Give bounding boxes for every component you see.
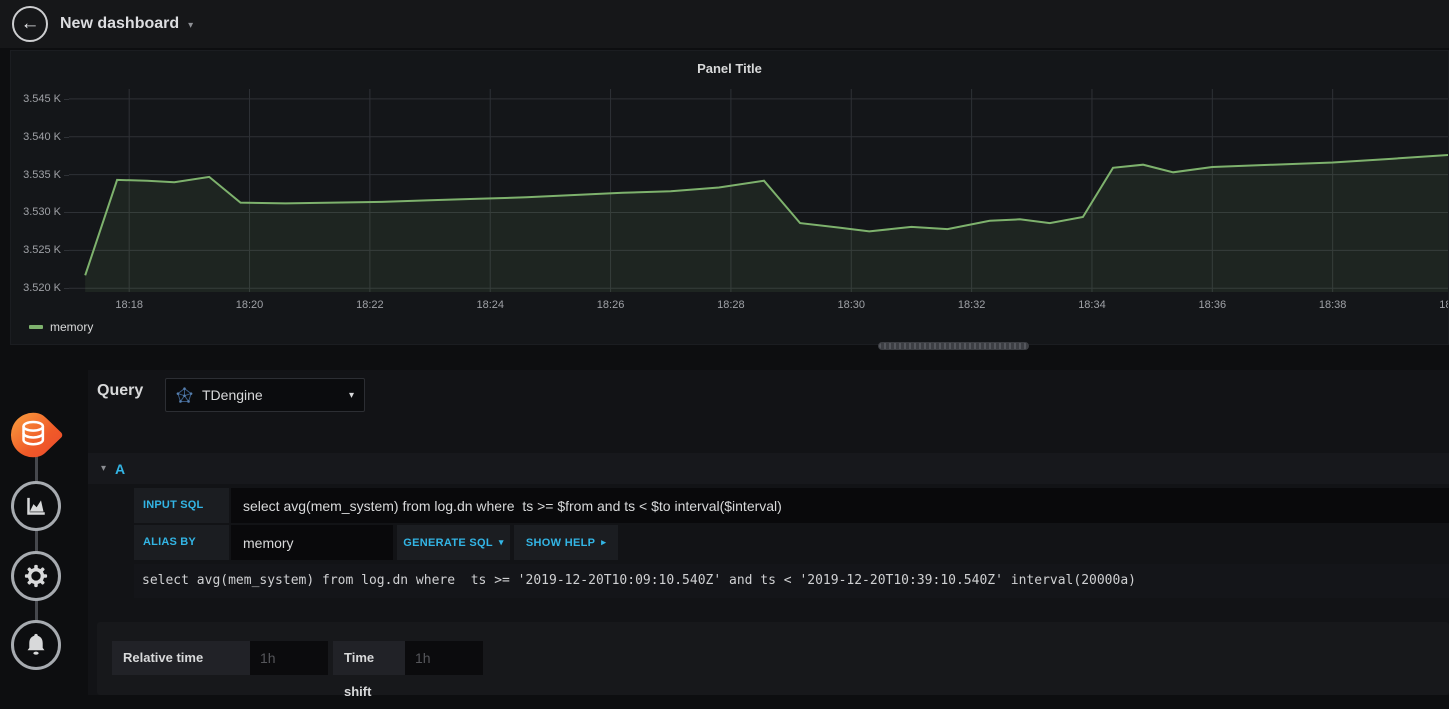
tab-alert[interactable] [11, 620, 61, 670]
chevron-down-icon: ▾ [348, 389, 354, 401]
legend-series-label[interactable]: memory [50, 320, 93, 334]
tab-visualization[interactable] [11, 481, 61, 531]
x-tick-label: 18:30 [837, 299, 866, 311]
y-tick-label: 3.520 K [23, 282, 61, 295]
y-tick-mark [64, 136, 69, 138]
time-series-chart [69, 89, 1448, 292]
show-help-label: SHOW HELP [525, 536, 596, 549]
time-shift-input[interactable] [405, 641, 483, 675]
input-sql-label: INPUT SQL [134, 488, 229, 523]
x-tick-label: 18:36 [1198, 299, 1227, 311]
dashboard-title: New dashboard [60, 15, 180, 32]
database-icon [10, 412, 63, 458]
y-tick-label: 3.540 K [23, 130, 61, 143]
query-section-title: Query [97, 382, 144, 399]
sidebar-connector-line [35, 437, 38, 645]
dashboard-title-dropdown[interactable]: New dashboard ▾ [60, 0, 193, 48]
x-tick-label: 18:32 [957, 299, 986, 311]
x-tick-label: 18:38 [1318, 299, 1347, 311]
y-tick-label: 3.525 K [23, 244, 61, 257]
y-tick-label: 3.545 K [23, 92, 61, 105]
y-tick-mark [64, 212, 69, 214]
x-tick-label: 18:40 [1439, 299, 1448, 311]
show-help-button[interactable]: SHOW HELP ▸ [514, 525, 618, 560]
tab-general-settings[interactable] [11, 551, 61, 601]
y-tick-mark [64, 288, 69, 290]
y-tick-mark [64, 174, 69, 176]
chevron-down-icon: ▾ [188, 20, 194, 31]
graph-icon [27, 497, 45, 515]
x-tick-label: 18:18 [115, 299, 143, 311]
input-sql-field[interactable] [231, 488, 1449, 523]
chevron-right-icon: ▸ [601, 537, 607, 547]
relative-time-input[interactable] [250, 641, 328, 675]
alias-by-field[interactable] [231, 525, 393, 560]
generate-sql-button[interactable]: GENERATE SQL ▾ [397, 525, 510, 560]
x-tick-label: 18:22 [356, 299, 384, 311]
panel-title[interactable]: Panel Title [11, 61, 1448, 76]
x-tick-label: 18:34 [1078, 299, 1106, 311]
datasource-name: TDengine [202, 387, 263, 403]
alias-by-label: ALIAS BY [134, 525, 229, 560]
y-tick-mark [64, 98, 69, 100]
query-ref-id: A [115, 460, 126, 477]
bell-icon [27, 633, 45, 655]
tab-queries[interactable] [9, 409, 69, 463]
time-shift-label: Time shift [333, 641, 405, 699]
dashboard-panel: Panel Title 3.520 K 3.525 K 3.530 K 3.535 K… [10, 50, 1449, 345]
x-tick-label: 18:20 [235, 299, 264, 311]
relative-time-label: Relative time [112, 641, 250, 675]
chevron-down-icon: ▾ [498, 537, 504, 547]
arrow-left-icon: ← [20, 12, 40, 34]
query-options-section: Relative time Time shift [97, 622, 1449, 699]
panel-resize-handle[interactable] [878, 342, 1029, 350]
query-editor-panel: Query TDengine ▾ ▾ A INPUT SQL ALIAS BY … [88, 370, 1449, 699]
tdengine-logo-icon [176, 386, 193, 403]
legend: memory [29, 320, 93, 334]
x-tick-label: 18:26 [596, 299, 625, 311]
generate-sql-label: GENERATE SQL [403, 536, 493, 549]
y-tick-label: 3.535 K [23, 168, 61, 181]
x-tick-label: 18:24 [476, 299, 504, 311]
y-tick-mark [64, 250, 69, 252]
gear-icon [24, 564, 48, 588]
back-button[interactable]: ← [12, 6, 48, 42]
y-tick-label: 3.530 K [23, 206, 61, 219]
query-row-header[interactable]: ▾ A [88, 453, 1449, 484]
datasource-picker[interactable]: TDengine ▾ [165, 378, 365, 412]
chevron-down-icon: ▾ [101, 463, 107, 474]
generated-sql-text: select avg(mem_system) from log.dn where… [134, 564, 1449, 598]
x-tick-label: 18:28 [717, 299, 745, 311]
legend-color-dash [29, 325, 43, 329]
top-navbar: ← New dashboard ▾ [0, 0, 1449, 48]
